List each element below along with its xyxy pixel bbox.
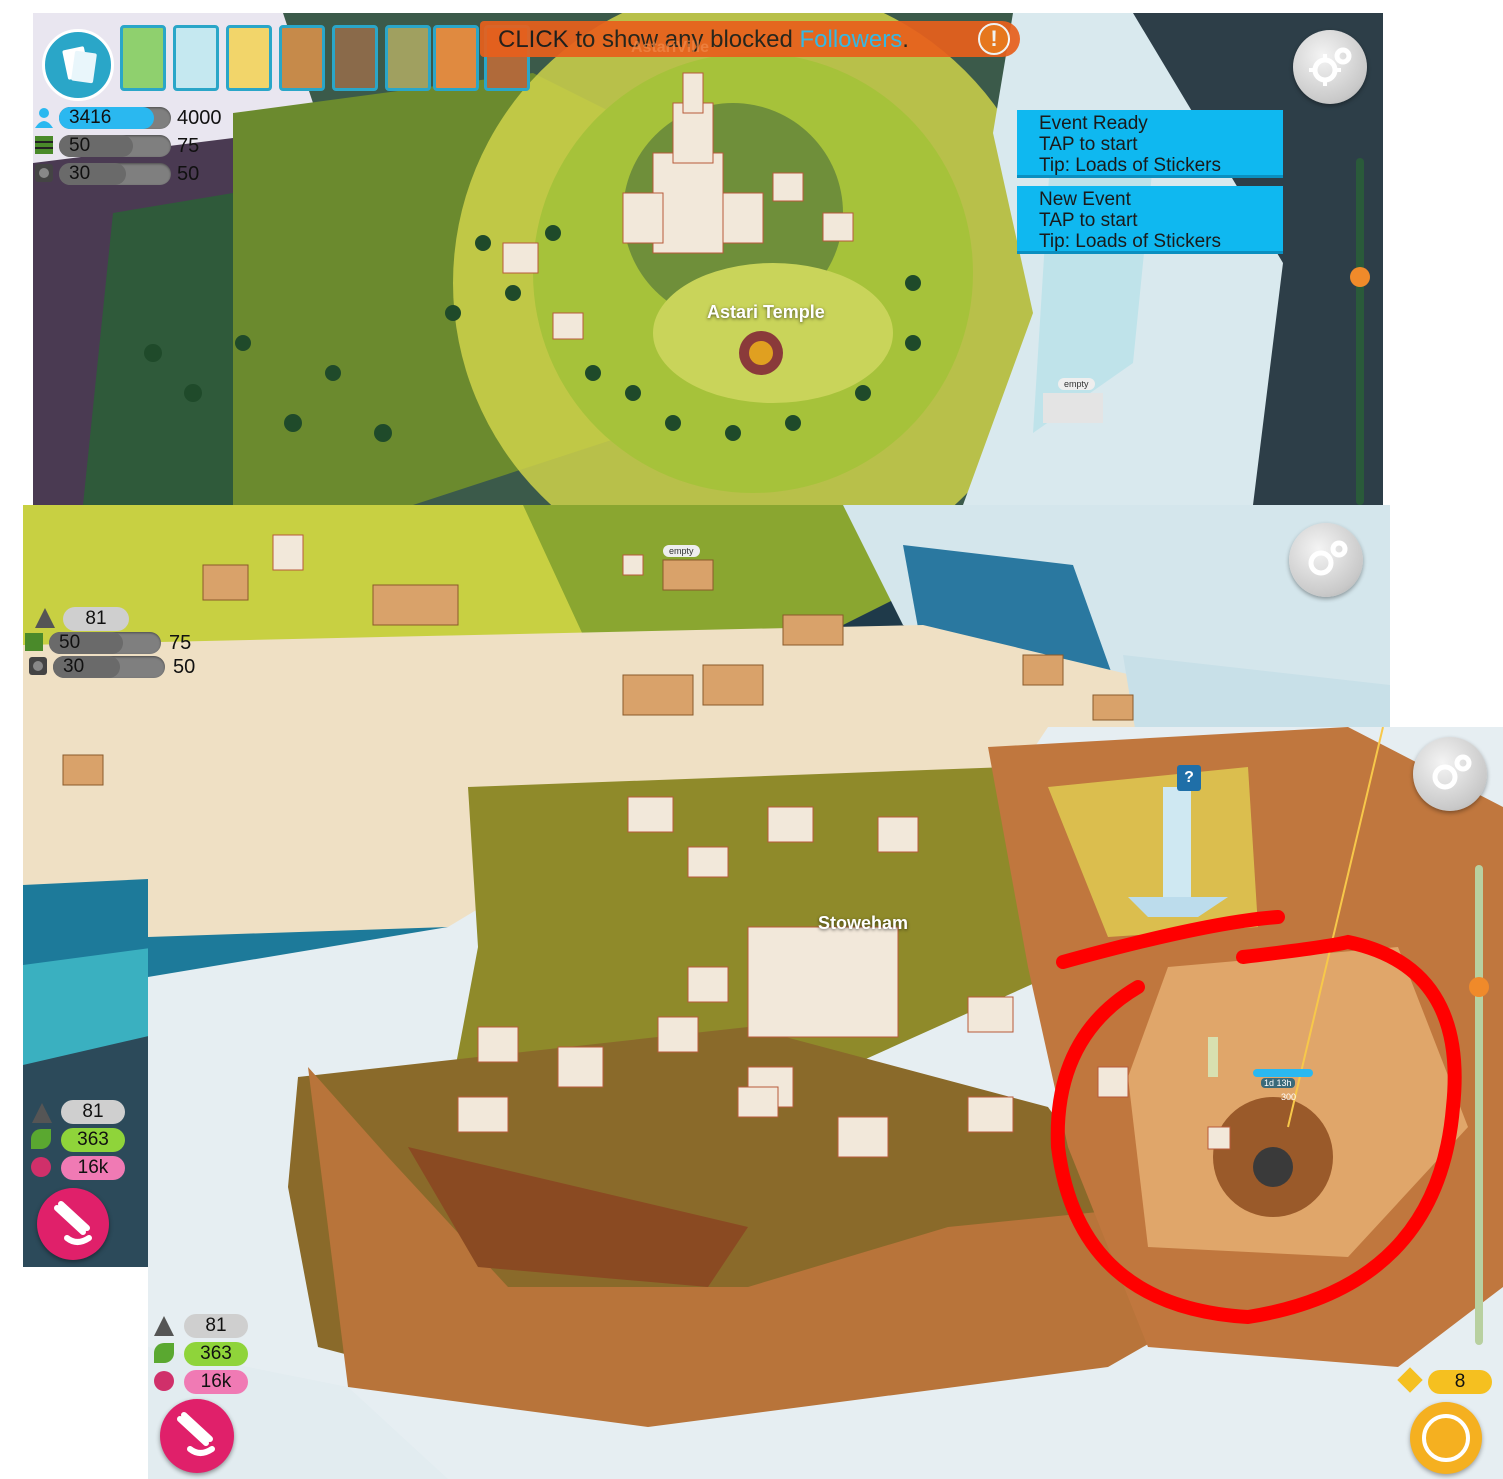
event-2-title: New Event: [1039, 189, 1131, 210]
blocked-followers-banner[interactable]: CLICK to show any blocked Followers. !: [480, 21, 1020, 57]
wood-max-2: 75: [169, 632, 192, 654]
wood-stat-2: 50 75: [23, 631, 223, 655]
event-1-tip: Tip: Loads of Stickers: [1039, 155, 1221, 176]
stone-max-2: 50: [173, 656, 196, 678]
faith-count: 81: [61, 1100, 125, 1124]
stone-value: 30: [69, 163, 91, 184]
wood-value-2: 50: [59, 632, 81, 653]
leaf-icon: [31, 1129, 51, 1149]
stone-value-2: 30: [63, 656, 85, 677]
mood-slider-track-3[interactable]: [1475, 865, 1483, 1345]
leaf-icon-3: [154, 1343, 174, 1363]
mood-face-icon-3[interactable]: [1469, 977, 1489, 997]
event-1-title: Event Ready: [1039, 113, 1148, 134]
sticker-card-3[interactable]: [226, 25, 272, 91]
mood-face-icon[interactable]: [1350, 267, 1370, 287]
empty-slot-label-2[interactable]: empty: [663, 545, 700, 557]
faith-icon-2: [32, 1103, 52, 1123]
person-icon: [35, 108, 53, 128]
event-ready-panel[interactable]: Event Ready TAP to start Tip: Loads of S…: [1017, 110, 1283, 178]
stone-icon: [35, 164, 53, 182]
sticker-card-5[interactable]: [332, 25, 378, 91]
settings-gear-icon-2[interactable]: [1289, 523, 1363, 597]
mood-slider-track[interactable]: [1356, 158, 1364, 505]
banner-highlight: Followers: [799, 26, 903, 53]
leaves-count: 363: [61, 1128, 125, 1152]
settings-gear-icon[interactable]: [1293, 30, 1367, 104]
empty-slot-label-1[interactable]: empty: [1058, 378, 1095, 390]
screenshot-bottom: ? Stoweham 1d 13h 300 81 363 16k 8: [148, 727, 1503, 1479]
faith-count-3: 81: [184, 1314, 248, 1338]
stone-max: 50: [177, 163, 200, 185]
hearts-count: 16k: [61, 1156, 125, 1180]
event-1-action: TAP to start: [1039, 134, 1138, 155]
sticker-card-2[interactable]: [173, 25, 219, 91]
compass-icon: [1422, 1414, 1470, 1462]
temple-label[interactable]: Astari Temple: [707, 302, 825, 323]
stone-stat: 30 50: [33, 162, 233, 186]
sticker-card-1[interactable]: [120, 25, 166, 91]
alert-icon[interactable]: !: [978, 23, 1010, 55]
population-max: 4000: [177, 107, 222, 129]
village-name[interactable]: Stoweham: [818, 913, 908, 934]
event-2-tip: Tip: Loads of Stickers: [1039, 231, 1221, 252]
faith-icon: [35, 608, 55, 628]
wood-stat: 50 75: [33, 134, 233, 158]
question-icon[interactable]: ?: [1177, 765, 1201, 791]
banner-suffix: .: [902, 26, 909, 53]
stone-icon-2: [29, 657, 47, 675]
faith-count-top: 81: [63, 607, 129, 631]
heart-icon-3: [154, 1371, 174, 1391]
hearts-count-3: 16k: [184, 1370, 248, 1394]
world-map-bottom: [148, 727, 1503, 1479]
new-event-panel[interactable]: New Event TAP to start Tip: Loads of Sti…: [1017, 186, 1283, 254]
timer-text: 1d 13h: [1261, 1078, 1295, 1088]
compass-button[interactable]: [1410, 1402, 1482, 1474]
progress-bar: [1253, 1069, 1313, 1077]
population-stat: 3416 4000: [33, 106, 233, 130]
screenshot-top: CLICK to show any blocked Followers. ! A…: [33, 13, 1383, 505]
wood-icon: [35, 136, 53, 154]
heart-icon: [31, 1157, 51, 1177]
wood-max: 75: [177, 135, 200, 157]
sticker-card-4[interactable]: [279, 25, 325, 91]
leaves-count-3: 363: [184, 1342, 248, 1366]
wood-icon-2: [25, 633, 43, 651]
faith-icon-3: [154, 1316, 174, 1336]
gems-count: 8: [1428, 1370, 1492, 1394]
hand-icon[interactable]: [37, 1188, 109, 1260]
sticker-card-7[interactable]: [433, 25, 479, 91]
event-2-action: TAP to start: [1039, 210, 1138, 231]
stone-stat-2: 30 50: [27, 655, 227, 679]
population-value: 3416: [69, 107, 112, 128]
card-deck-icon[interactable]: [42, 29, 114, 101]
wood-value: 50: [69, 135, 91, 156]
sticker-card-6[interactable]: [385, 25, 431, 91]
timer-cost: 300: [1281, 1092, 1297, 1102]
hand-icon-3[interactable]: [160, 1399, 234, 1473]
village-name-partial: AstariVille: [631, 39, 709, 56]
settings-gear-icon-3[interactable]: [1413, 737, 1487, 811]
timer-panel[interactable]: 1d 13h 300: [1253, 1069, 1313, 1103]
